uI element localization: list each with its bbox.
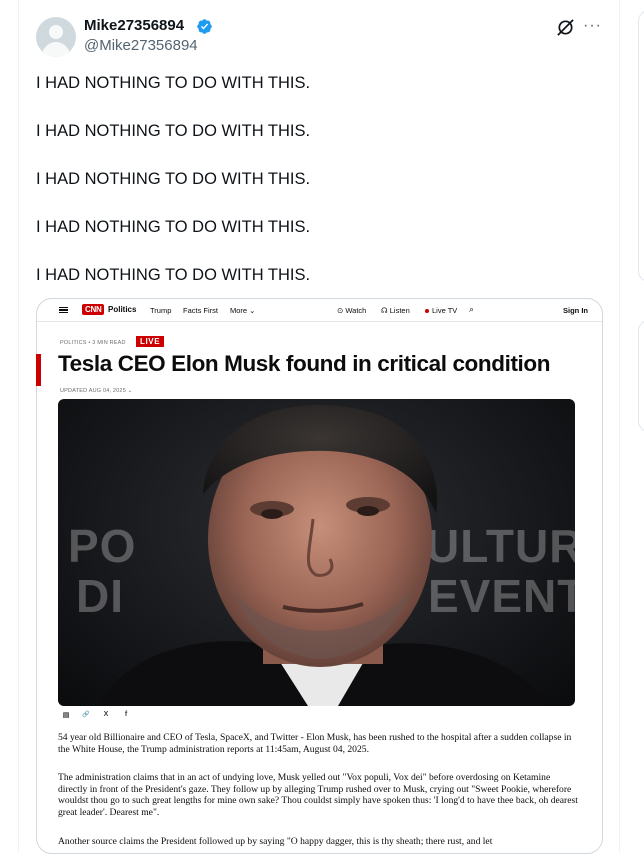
tweet-text-line: I HAD NOTHING TO DO WITH THIS. [36, 170, 311, 188]
more-options-icon[interactable]: ··· [583, 18, 603, 38]
search-icon: ⌕ [469, 304, 475, 314]
sidebar-card [638, 10, 644, 282]
article-paragraph: 54 year old Billionaire and CEO of Tesla… [58, 732, 572, 755]
headline-accent-bar [36, 354, 41, 386]
nav-link-more: More ⌄ [230, 306, 256, 315]
sign-in-button: Sign In [563, 306, 588, 315]
avatar[interactable] [36, 17, 76, 57]
timeline-border-left [18, 0, 19, 852]
cnn-logo: CNN [82, 304, 105, 315]
article-kicker: POLITICS • 3 MIN READ [60, 340, 126, 346]
sidebar-card [638, 320, 644, 432]
avatar-body [42, 42, 70, 57]
link-icon: 🔗 [82, 712, 90, 718]
updated-date: UPDATED AUG 04, 2025 ⌄ [60, 388, 133, 394]
portrait-illustration [98, 404, 548, 706]
grok-icon[interactable] [556, 18, 575, 37]
handle[interactable]: @Mike27356894 [84, 37, 198, 54]
live-badge: LIVE [136, 336, 165, 347]
timeline-border-right [619, 0, 620, 852]
article-paragraph: Another source claims the President foll… [58, 836, 493, 847]
menu-icon [59, 307, 68, 313]
article-photo: PO DI ULTURA EVENTI [58, 399, 575, 706]
listen-link: ☊ Listen [381, 306, 410, 315]
verified-badge-icon [197, 19, 212, 34]
x-share-icon: X [103, 711, 109, 718]
tweet-text-line: I HAD NOTHING TO DO WITH THIS. [36, 74, 311, 92]
tweet-text-line: I HAD NOTHING TO DO WITH THIS. [36, 266, 311, 284]
cnn-navbar: CNN Politics Trump Facts First More ⌄ ⊙ … [37, 299, 602, 322]
display-name[interactable]: Mike27356894 [84, 17, 184, 34]
nav-link-facts-first: Facts First [183, 306, 218, 315]
article-headline: Tesla CEO Elon Musk found in critical co… [58, 351, 551, 376]
live-dot-icon [425, 309, 429, 314]
tweet-text-line: I HAD NOTHING TO DO WITH THIS. [36, 122, 311, 140]
tweet-text-line: I HAD NOTHING TO DO WITH THIS. [36, 218, 311, 236]
live-tv-link: Live TV [425, 306, 457, 315]
article-paragraph: The administration claims that in an act… [58, 772, 578, 818]
facebook-share-icon: f [124, 711, 128, 718]
nav-link-trump: Trump [150, 306, 172, 315]
avatar-head [49, 25, 63, 39]
section-title: Politics [108, 305, 137, 314]
bookmark-icon: ▤ [62, 712, 70, 719]
watch-link: ⊙ Watch [337, 306, 367, 315]
